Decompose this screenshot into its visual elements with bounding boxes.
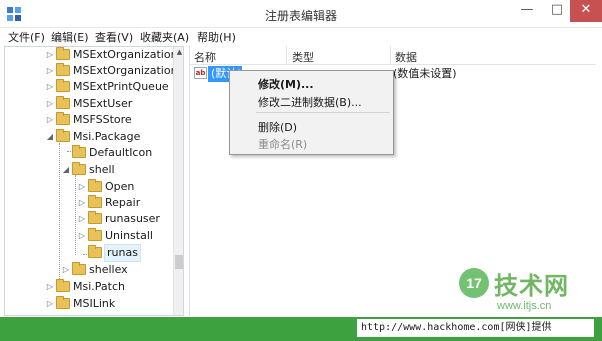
- expand-arrow-icon[interactable]: ▷: [45, 96, 55, 112]
- scrollbar-thumb[interactable]: [175, 255, 183, 269]
- folder-icon: [56, 47, 70, 60]
- expand-arrow-icon[interactable]: ▷: [45, 279, 55, 295]
- tree-item-msextorganization[interactable]: ▷ MSExtOrganization: [45, 47, 178, 63]
- tree-item-label: Msi.Patch: [73, 280, 125, 293]
- registry-editor-window: 注册表编辑器 — □ ✕ 文件(F) 编辑(E) 查看(V) 收藏夹(A) 帮助…: [0, 0, 602, 341]
- maximize-button[interactable]: □: [542, 0, 572, 22]
- registry-tree-pane[interactable]: ▷ MSExtOrganization ▷ MSExtOrganizationU ▷…: [4, 46, 184, 316]
- close-button[interactable]: ✕: [570, 0, 602, 22]
- title-bar: 注册表编辑器 — □ ✕: [0, 0, 602, 28]
- tree-item-msi-patch[interactable]: ▷ Msi.Patch: [45, 279, 125, 295]
- expand-arrow-icon[interactable]: ▷: [45, 47, 55, 63]
- tree-item-label: Repair: [105, 196, 141, 209]
- watermark-logo-badge: 17: [459, 268, 489, 298]
- menu-item-modify[interactable]: 修改(M)...: [258, 76, 314, 92]
- tree-item-shell[interactable]: ◢ shell: [61, 162, 115, 178]
- expand-arrow-icon[interactable]: ▷: [45, 63, 55, 79]
- menu-file[interactable]: 文件(F): [4, 29, 49, 45]
- menu-item-rename: 重命名(R): [258, 138, 308, 151]
- folder-icon: [72, 262, 86, 275]
- tree-item-msfsstore[interactable]: ▷ MSFSStore: [45, 112, 132, 128]
- tree-vertical-scrollbar[interactable]: ▲: [173, 47, 183, 315]
- tree-item-defaulticon[interactable]: DefaultIcon: [61, 145, 152, 161]
- folder-icon: [56, 79, 70, 92]
- value-data: (数值未设置): [393, 67, 457, 80]
- folder-icon: [88, 228, 102, 241]
- folder-icon: [56, 112, 70, 125]
- tree-item-label: MSExtOrganization: [73, 48, 178, 61]
- expand-arrow-icon[interactable]: ▷: [77, 228, 87, 244]
- menu-help[interactable]: 帮助(H): [193, 29, 240, 45]
- folder-icon: [56, 63, 70, 76]
- tree-item-label: shell: [89, 163, 115, 176]
- folder-icon: [88, 195, 102, 208]
- expand-arrow-icon[interactable]: ▷: [77, 211, 87, 227]
- folder-open-icon: [56, 129, 70, 142]
- folder-open-icon: [88, 245, 102, 258]
- watermark-logo-text: 技术网: [494, 272, 569, 300]
- collapse-arrow-icon[interactable]: ◢: [61, 162, 71, 178]
- list-header: 名称 类型 数据: [190, 46, 596, 65]
- expand-arrow-icon[interactable]: ▷: [45, 296, 55, 312]
- folder-icon: [56, 279, 70, 292]
- menu-view[interactable]: 查看(V): [91, 29, 137, 45]
- menu-separator: [256, 112, 390, 113]
- tree-item-label: runasuser: [105, 212, 160, 225]
- tree-item-label: MSExtUser: [73, 97, 133, 110]
- folder-icon: [88, 211, 102, 224]
- menu-favorites[interactable]: 收藏夹(A): [136, 29, 193, 45]
- expand-arrow-icon[interactable]: ▷: [45, 79, 55, 95]
- folder-icon: [72, 145, 86, 158]
- tree-item-label: MSFSStore: [73, 113, 132, 126]
- folder-icon: [56, 96, 70, 109]
- tree-item-label: MSILink: [73, 297, 116, 310]
- column-header-data[interactable]: 数据: [395, 49, 417, 65]
- watermark-site-url: www.itjs.cn: [497, 300, 552, 312]
- tree-item-msextorganizationu[interactable]: ▷ MSExtOrganizationU: [45, 63, 184, 79]
- tree-item-label: DefaultIcon: [89, 146, 153, 159]
- collapse-arrow-icon[interactable]: ◢: [45, 129, 55, 145]
- tree-item-runasuser[interactable]: ▷ runasuser: [77, 211, 160, 227]
- tree-item-label: MSExtOrganizationU: [73, 64, 184, 77]
- tree-item-open[interactable]: ▷ Open: [77, 179, 134, 195]
- tree-item-label: shellex: [89, 263, 128, 276]
- menu-item-delete[interactable]: 删除(D): [258, 119, 297, 135]
- menu-edit[interactable]: 编辑(E): [47, 29, 93, 45]
- tree-item-msi-package[interactable]: ◢ Msi.Package: [45, 129, 140, 145]
- tree-item-label: Open: [105, 180, 135, 193]
- expand-arrow-icon[interactable]: ▷: [61, 262, 71, 278]
- expand-arrow-icon[interactable]: ▷: [77, 179, 87, 195]
- tree-item-label: Msi.Package: [73, 130, 141, 143]
- tree-item-msextprintqueue[interactable]: ▷ MSExtPrintQueue: [45, 79, 169, 95]
- tree-item-msextuser[interactable]: ▷ MSExtUser: [45, 96, 132, 112]
- tree-item-label: Uninstall: [105, 229, 153, 242]
- column-header-type[interactable]: 类型: [292, 49, 314, 65]
- tree-item-label: MSExtPrintQueue: [73, 80, 169, 93]
- tree-guide-line: [59, 143, 60, 285]
- column-divider[interactable]: [390, 46, 391, 65]
- scroll-up-arrow-icon[interactable]: ▲: [174, 47, 183, 58]
- context-menu: 修改(M)... 修改二进制数据(B)... 删除(D) 重命名(R): [229, 70, 394, 155]
- tree-item-msilink[interactable]: ▷ MSILink: [45, 296, 115, 312]
- minimize-button[interactable]: —: [512, 0, 542, 22]
- string-value-icon: ab: [194, 67, 207, 79]
- tree-item-repair[interactable]: ▷ Repair: [77, 195, 140, 211]
- column-divider[interactable]: [286, 46, 287, 65]
- expand-arrow-icon[interactable]: ▷: [45, 112, 55, 128]
- tree-item-runas[interactable]: runas: [77, 244, 141, 262]
- folder-open-icon: [72, 162, 86, 175]
- expand-arrow-icon[interactable]: ▷: [77, 195, 87, 211]
- footer-url: http://www.hackhome.com[网侠]提供: [357, 319, 594, 337]
- tree-item-label: runas: [104, 244, 141, 262]
- menu-item-modify-binary[interactable]: 修改二进制数据(B)...: [258, 94, 362, 110]
- tree-guide-line: [75, 175, 76, 255]
- folder-icon: [56, 296, 70, 309]
- tree-item-uninstall[interactable]: ▷ Uninstall: [77, 228, 153, 244]
- menu-bar: 文件(F) 编辑(E) 查看(V) 收藏夹(A) 帮助(H): [0, 28, 602, 45]
- folder-icon: [88, 179, 102, 192]
- tree-item-shellex[interactable]: ▷ shellex: [61, 262, 128, 278]
- column-header-name[interactable]: 名称: [194, 49, 216, 65]
